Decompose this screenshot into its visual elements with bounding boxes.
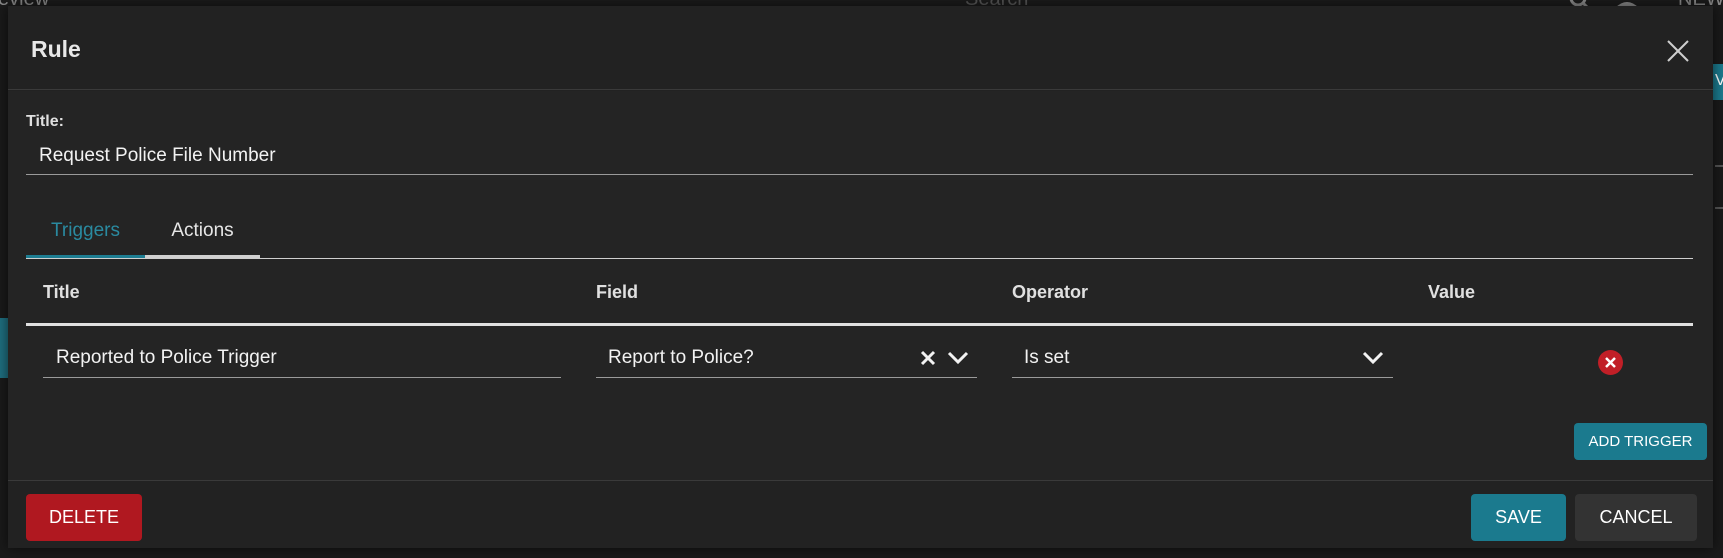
table-row: Report to Police? Is set [26, 323, 1693, 405]
operator-select-value: Is set [1024, 347, 1070, 368]
remove-trigger-button[interactable] [1598, 350, 1623, 375]
dialog-title: Rule [31, 36, 81, 62]
tab-triggers[interactable]: Triggers [26, 207, 145, 258]
dialog-header: Rule [8, 6, 1713, 90]
field-select[interactable]: Report to Police? [596, 339, 977, 378]
rule-title-field [26, 138, 1693, 175]
add-trigger-button[interactable]: ADD TRIGGER [1574, 423, 1707, 460]
tab-actions[interactable]: Actions [145, 207, 260, 258]
close-icon[interactable] [1664, 37, 1692, 65]
rule-dialog: Rule Title: Triggers Actions Title Field… [8, 6, 1713, 548]
tab-bar: Triggers Actions [26, 207, 1693, 259]
chevron-down-icon[interactable] [947, 351, 969, 365]
chevron-down-icon[interactable] [1362, 351, 1384, 365]
background-teal-tab-label: V [1715, 72, 1723, 89]
field-select-value: Report to Police? [608, 347, 754, 368]
clear-icon[interactable] [919, 349, 937, 367]
dialog-body: Title: Triggers Actions Title Field Oper… [8, 91, 1713, 480]
column-header-field: Field [596, 282, 639, 302]
column-header-value: Value [1428, 282, 1476, 302]
delete-button[interactable]: DELETE [26, 494, 142, 541]
rule-title-input[interactable] [37, 144, 1681, 168]
triggers-table-header: Title Field Operator Value [26, 259, 1693, 326]
title-label: Title: [26, 113, 64, 130]
operator-select[interactable]: Is set [1012, 339, 1393, 378]
background-divider [1715, 207, 1723, 209]
background-teal-tab: V [1713, 64, 1723, 100]
background-divider [1715, 165, 1723, 167]
trigger-title-field [43, 339, 561, 378]
column-header-operator: Operator [1012, 282, 1089, 302]
trigger-title-input[interactable] [54, 346, 548, 370]
save-button[interactable]: SAVE [1471, 494, 1566, 541]
background-sidebar-highlight [0, 318, 8, 378]
cancel-button[interactable]: CANCEL [1575, 494, 1697, 541]
column-header-title: Title [43, 282, 80, 302]
dialog-footer: DELETE SAVE CANCEL [8, 480, 1713, 548]
remove-icon [1605, 357, 1616, 368]
